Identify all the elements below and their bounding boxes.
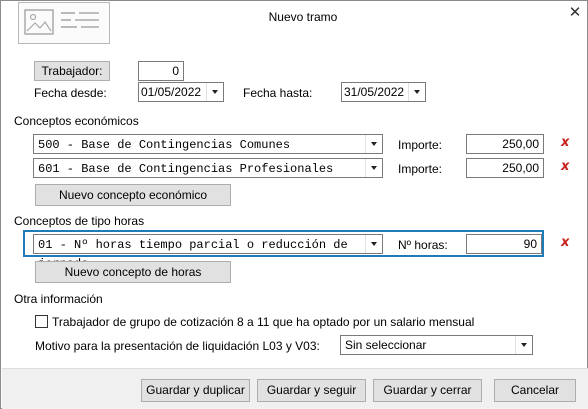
concepto-economico-value-2: 601 - Base de Contingencias Profesionale… bbox=[38, 162, 334, 176]
concepto-economico-select-1[interactable]: 500 - Base de Contingencias Comunes bbox=[33, 134, 383, 154]
fecha-desde-field[interactable]: 01/05/2022 bbox=[138, 82, 224, 102]
conceptos-economicos-title: Conceptos económicos bbox=[14, 114, 139, 128]
chevron-down-icon[interactable] bbox=[365, 159, 382, 177]
motivo-label: Motivo para la presentación de liquidaci… bbox=[35, 339, 320, 353]
importe-label-1: Importe: bbox=[398, 138, 443, 152]
trabajador-button[interactable]: Trabajador: bbox=[34, 61, 110, 81]
chevron-down-icon[interactable] bbox=[515, 336, 532, 354]
dialog-title: Nuevo tramo bbox=[268, 10, 338, 24]
concepto-economico-value-1: 500 - Base de Contingencias Comunes bbox=[38, 138, 291, 152]
fecha-desde-label: Fecha desde: bbox=[34, 86, 107, 100]
delete-x-icon[interactable]: x bbox=[561, 235, 569, 250]
guardar-duplicar-button[interactable]: Guardar y duplicar bbox=[141, 379, 250, 402]
chevron-down-icon[interactable] bbox=[365, 235, 382, 253]
concepto-horas-select[interactable]: 01 - Nº horas tiempo parcial o reducción… bbox=[33, 234, 383, 271]
trabajador-field[interactable]: 0 bbox=[138, 61, 184, 81]
importe-field-1[interactable]: 250,00 bbox=[466, 134, 544, 154]
salario-mensual-label: Trabajador de grupo de cotización 8 a 11… bbox=[52, 315, 475, 329]
importe-label-2: Importe: bbox=[398, 162, 443, 176]
conceptos-horas-title: Conceptos de tipo horas bbox=[14, 214, 145, 228]
fecha-hasta-field[interactable]: 31/05/2022 bbox=[341, 82, 426, 102]
fecha-desde-value: 01/05/2022 bbox=[141, 85, 202, 99]
otra-informacion-title: Otra información bbox=[14, 292, 103, 306]
guardar-cerrar-button[interactable]: Guardar y cerrar bbox=[373, 379, 482, 402]
fecha-hasta-label: Fecha hasta: bbox=[243, 86, 313, 100]
close-icon[interactable]: ✕ bbox=[567, 5, 583, 21]
horas-field[interactable]: 90 bbox=[466, 234, 542, 254]
nuevo-concepto-horas-button[interactable]: Nuevo concepto de horas bbox=[35, 261, 231, 283]
delete-x-icon[interactable]: x bbox=[561, 135, 569, 150]
delete-x-icon[interactable]: x bbox=[561, 159, 569, 174]
importe-field-2[interactable]: 250,00 bbox=[466, 158, 544, 178]
cancel-button[interactable]: Cancelar bbox=[494, 379, 576, 402]
motivo-select[interactable]: Sin seleccionar bbox=[340, 335, 533, 355]
chevron-down-icon[interactable] bbox=[206, 83, 223, 101]
motivo-value: Sin seleccionar bbox=[345, 338, 427, 352]
nuevo-tramo-dialog: Nuevo tramo ✕ Trabajador: 0 Fecha desde:… bbox=[0, 0, 588, 409]
salario-mensual-checkbox[interactable] bbox=[35, 315, 48, 328]
chevron-down-icon[interactable] bbox=[408, 83, 425, 101]
horas-label: Nº horas: bbox=[398, 238, 448, 252]
fecha-hasta-value: 31/05/2022 bbox=[344, 85, 405, 99]
nuevo-concepto-economico-button[interactable]: Nuevo concepto económico bbox=[35, 184, 231, 206]
guardar-seguir-button[interactable]: Guardar y seguir bbox=[257, 379, 366, 402]
concepto-economico-select-2[interactable]: 601 - Base de Contingencias Profesionale… bbox=[33, 158, 383, 178]
chevron-down-icon[interactable] bbox=[365, 135, 382, 153]
